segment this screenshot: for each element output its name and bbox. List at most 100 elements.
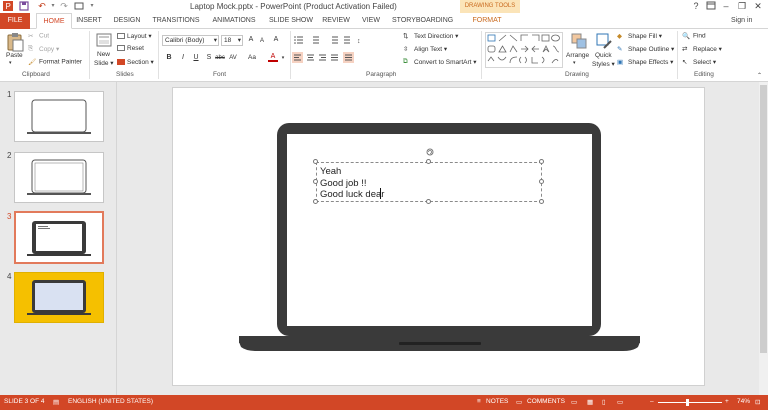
slide-thumbnail-1[interactable] bbox=[14, 91, 104, 142]
cut-button[interactable]: ✂ Cut bbox=[28, 32, 49, 40]
rotate-handle-icon[interactable] bbox=[426, 148, 434, 156]
shapes-gallery[interactable] bbox=[485, 32, 563, 68]
text-line[interactable]: Yeah bbox=[320, 166, 341, 177]
change-case-button[interactable]: Aa bbox=[247, 53, 257, 63]
arrange-button[interactable]: Arrange bbox=[566, 52, 589, 59]
tab-animations[interactable]: ANIMATIONS bbox=[210, 13, 258, 29]
tab-transitions[interactable]: TRANSITIONS bbox=[152, 13, 200, 29]
shrink-font-button[interactable]: A bbox=[257, 36, 267, 46]
zoom-out-button[interactable]: – bbox=[650, 398, 654, 405]
tab-review[interactable]: REVIEW bbox=[322, 13, 350, 29]
tab-file[interactable]: FILE bbox=[0, 13, 30, 29]
section-button[interactable]: Section ▾ bbox=[117, 58, 154, 66]
bold-button[interactable]: B bbox=[164, 53, 174, 63]
layout-button[interactable]: Layout ▾ bbox=[117, 32, 152, 40]
shape-outline-button[interactable]: ✎ Shape Outline ▾ bbox=[617, 45, 674, 53]
shadow-button[interactable]: S bbox=[204, 53, 214, 63]
help-button[interactable]: ? bbox=[689, 1, 703, 12]
select-button[interactable]: ↖ Select ▾ bbox=[682, 58, 716, 66]
slide-thumbnail-4[interactable] bbox=[14, 272, 104, 323]
character-spacing-button[interactable]: AV bbox=[228, 53, 238, 63]
zoom-slider-thumb[interactable] bbox=[686, 399, 689, 406]
font-color-dropdown-icon[interactable]: ▾ bbox=[278, 53, 288, 63]
slide-sorter-icon[interactable]: ▦ bbox=[587, 398, 593, 406]
normal-view-icon[interactable]: ▭ bbox=[571, 398, 577, 406]
undo-dropdown-icon[interactable]: ▾ bbox=[48, 1, 58, 11]
quick-styles-button-line2[interactable]: Styles ▾ bbox=[592, 60, 615, 68]
comments-button[interactable]: COMMENTS bbox=[527, 398, 565, 405]
find-button[interactable]: 🔍 Find bbox=[682, 32, 706, 40]
tab-format[interactable]: FORMAT bbox=[470, 13, 504, 29]
convert-smartart-button[interactable]: ⧉ Convert to SmartArt ▾ bbox=[403, 58, 477, 66]
resize-handle[interactable] bbox=[539, 159, 544, 164]
format-painter-button[interactable]: 🖌 Format Painter bbox=[28, 58, 82, 66]
arrange-dropdown-icon[interactable]: ▾ bbox=[573, 60, 576, 66]
save-icon[interactable] bbox=[19, 1, 29, 11]
underline-button[interactable]: U bbox=[191, 53, 201, 63]
strikethrough-button[interactable]: abc bbox=[215, 53, 225, 63]
new-slide-button[interactable]: New bbox=[97, 51, 110, 58]
collapse-ribbon-icon[interactable]: ⌃ bbox=[757, 72, 762, 79]
customize-qat-icon[interactable]: ▾ bbox=[87, 1, 97, 11]
paste-icon[interactable] bbox=[5, 32, 25, 52]
italic-button[interactable]: I bbox=[178, 53, 188, 63]
resize-handle[interactable] bbox=[313, 179, 318, 184]
paste-button[interactable]: Paste bbox=[6, 52, 23, 59]
zoom-level[interactable]: 74% bbox=[737, 398, 750, 405]
shape-effects-button[interactable]: ▣ Shape Effects ▾ bbox=[617, 58, 673, 66]
tab-insert[interactable]: INSERT bbox=[76, 13, 102, 29]
paste-dropdown-icon[interactable]: ▾ bbox=[9, 60, 12, 66]
text-line[interactable]: Good job !! bbox=[320, 178, 366, 189]
resize-handle[interactable] bbox=[426, 199, 431, 204]
resize-handle[interactable] bbox=[426, 159, 431, 164]
font-name-combo[interactable]: Calibri (Body) ▾ bbox=[162, 35, 219, 46]
arrange-icon[interactable] bbox=[570, 32, 588, 50]
slide-thumbnail-2[interactable] bbox=[14, 152, 104, 203]
reading-view-icon[interactable]: ▯ bbox=[602, 398, 606, 406]
font-size-combo[interactable]: 18 ▾ bbox=[221, 35, 243, 46]
clear-formatting-button[interactable]: A bbox=[271, 35, 281, 45]
selected-textbox[interactable]: Yeah Good job !! Good luck dear bbox=[316, 162, 542, 202]
font-color-button[interactable]: A bbox=[268, 52, 278, 62]
tab-home[interactable]: HOME bbox=[36, 13, 72, 29]
fit-slide-icon[interactable]: ⊡ bbox=[755, 398, 760, 406]
tab-design[interactable]: DESIGN bbox=[112, 13, 142, 29]
resize-handle[interactable] bbox=[539, 179, 544, 184]
tab-storyboarding[interactable]: STORYBOARDING bbox=[392, 13, 453, 29]
resize-handle[interactable] bbox=[313, 199, 318, 204]
align-text-button[interactable]: ⇳ Align Text ▾ bbox=[403, 45, 447, 53]
proofing-icon[interactable]: ▤ bbox=[53, 398, 59, 406]
restore-icon[interactable]: ❐ bbox=[735, 1, 749, 12]
reset-button[interactable]: Reset bbox=[117, 45, 144, 52]
scrollbar-thumb[interactable] bbox=[760, 85, 767, 353]
grow-font-button[interactable]: A bbox=[246, 35, 256, 45]
tab-view[interactable]: VIEW bbox=[361, 13, 381, 29]
slide-canvas[interactable] bbox=[172, 87, 705, 386]
tab-slide-show[interactable]: SLIDE SHOW bbox=[268, 13, 314, 29]
undo-icon[interactable]: ↶ bbox=[37, 1, 47, 11]
slideshow-icon[interactable]: ▭ bbox=[617, 398, 623, 406]
quick-styles-button[interactable]: Quick bbox=[595, 52, 612, 59]
text-direction-button[interactable]: ⇅ Text Direction ▾ bbox=[403, 32, 458, 40]
resize-handle[interactable] bbox=[313, 159, 318, 164]
zoom-in-button[interactable]: + bbox=[725, 398, 729, 405]
copy-button[interactable]: ⎘ Copy ▾ bbox=[28, 45, 59, 53]
new-slide-icon[interactable] bbox=[95, 32, 113, 50]
replace-button[interactable]: ⇄ Replace ▾ bbox=[682, 45, 722, 53]
laptop-shape[interactable] bbox=[173, 88, 706, 387]
text-line[interactable]: Good luck dear bbox=[320, 189, 384, 200]
zoom-slider-track[interactable] bbox=[658, 402, 722, 403]
redo-icon[interactable]: ↷ bbox=[59, 1, 69, 11]
ribbon-display-icon[interactable] bbox=[704, 1, 718, 12]
new-slide-button-line2[interactable]: Slide ▾ bbox=[94, 59, 114, 67]
slide-thumbnail-3[interactable] bbox=[14, 211, 104, 264]
minimize-icon[interactable]: – bbox=[719, 1, 733, 12]
shape-fill-button[interactable]: ◆ Shape Fill ▾ bbox=[617, 32, 662, 40]
notes-button[interactable]: NOTES bbox=[486, 398, 508, 405]
quick-styles-icon[interactable] bbox=[595, 32, 613, 50]
sign-in-link[interactable]: Sign in bbox=[731, 17, 752, 24]
resize-handle[interactable] bbox=[539, 199, 544, 204]
slideshow-from-start-icon[interactable] bbox=[74, 1, 84, 11]
language-indicator[interactable]: ENGLISH (UNITED STATES) bbox=[68, 398, 153, 405]
close-icon[interactable]: ✕ bbox=[751, 1, 765, 12]
